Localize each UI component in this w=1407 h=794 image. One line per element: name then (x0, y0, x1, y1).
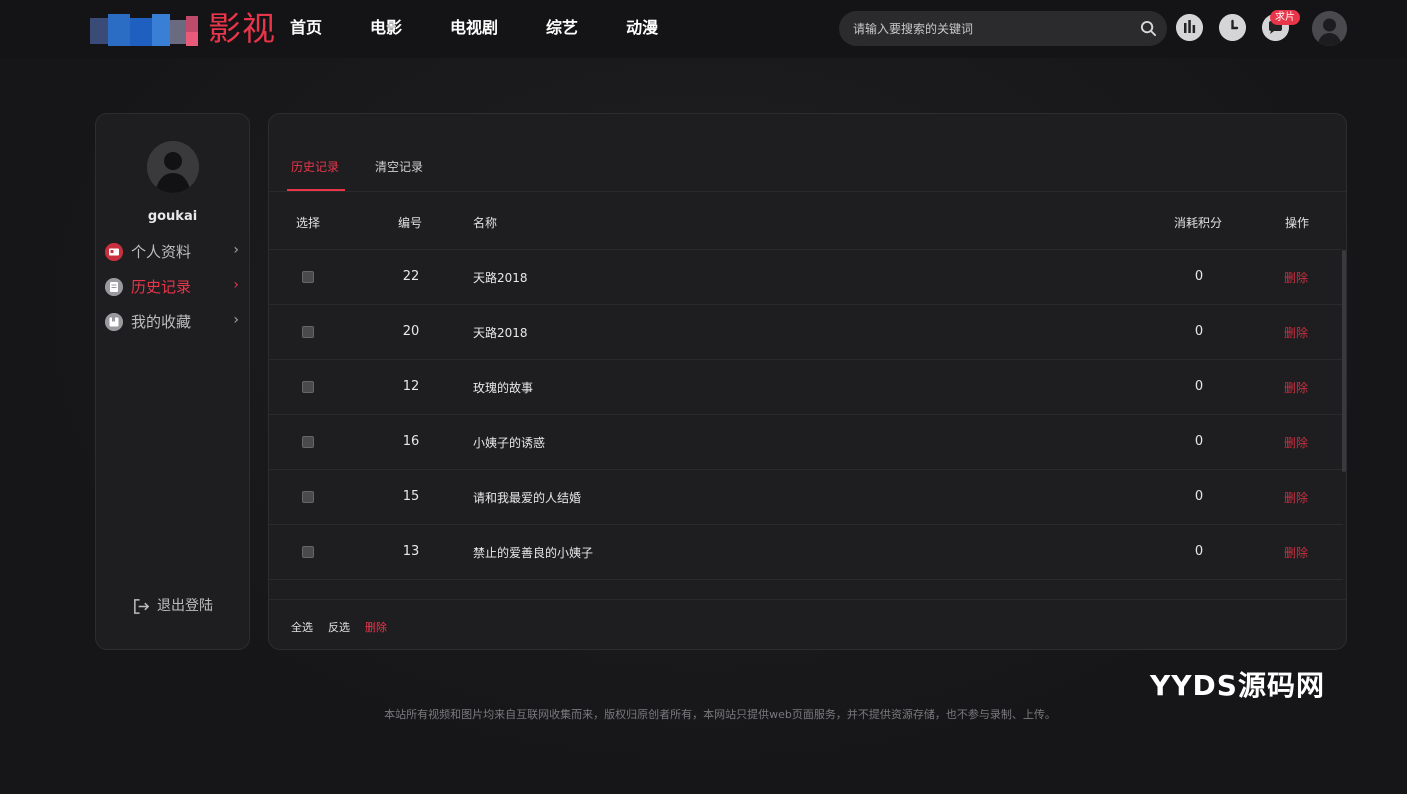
row-id: 22 (402, 269, 420, 284)
tab-history[interactable]: 历史记录 (291, 158, 339, 175)
history-doc-icon (105, 278, 123, 296)
search-icon[interactable] (1140, 20, 1157, 37)
logout-icon (134, 599, 150, 614)
row-checkbox[interactable] (302, 381, 314, 393)
column-name: 名称 (473, 216, 498, 230)
search-box (839, 11, 1167, 46)
site-logo[interactable]: 影视 (90, 8, 280, 50)
nav-variety[interactable]: 综艺 (546, 16, 578, 40)
row-delete-button[interactable]: 删除 (1284, 489, 1308, 506)
invert-selection-button[interactable]: 反选 (328, 619, 350, 635)
row-points: 0 (1194, 379, 1204, 394)
row-points: 0 (1194, 269, 1204, 284)
chevron-right-icon: › (233, 242, 239, 258)
sidebar-item-profile[interactable]: 个人资料 › (105, 240, 243, 264)
row-title[interactable]: 玫瑰的故事 (473, 379, 533, 396)
avatar-silhouette-icon (147, 141, 199, 193)
chevron-right-icon: › (233, 312, 239, 328)
row-title[interactable]: 天路2018 (473, 269, 528, 286)
request-badge[interactable]: 求片 (1270, 10, 1300, 25)
table-row: 13 禁止的爱善良的小姨子 0 删除 (269, 525, 1343, 580)
row-id: 15 (402, 489, 420, 504)
table-row: 16 小姨子的诱惑 0 删除 (269, 415, 1343, 470)
nav-anime[interactable]: 动漫 (626, 16, 658, 40)
row-delete-button[interactable]: 删除 (1284, 379, 1308, 396)
user-sidebar: goukai 个人资料 › 历史记录 › 我的收藏 › 退出登陆 (95, 113, 250, 650)
main-nav: 首页 电影 电视剧 综艺 动漫 (290, 16, 706, 40)
chevron-right-icon: › (233, 277, 239, 293)
sidebar-item-label: 个人资料 (131, 243, 192, 261)
row-id: 13 (402, 544, 420, 559)
row-delete-button[interactable]: 删除 (1284, 324, 1308, 341)
logo-text: 影视 (208, 9, 276, 48)
history-clock-icon[interactable] (1219, 14, 1246, 41)
sidebar-item-favorites[interactable]: 我的收藏 › (105, 310, 243, 334)
profile-card-icon (105, 243, 123, 261)
logout-button[interactable]: 退出登陆 (132, 596, 242, 618)
table-row: 15 请和我最爱的人结婚 0 删除 (269, 470, 1343, 525)
row-points: 0 (1194, 324, 1204, 339)
row-delete-button[interactable]: 删除 (1284, 269, 1308, 286)
row-checkbox[interactable] (302, 271, 314, 283)
row-checkbox[interactable] (302, 546, 314, 558)
row-id: 20 (402, 324, 420, 339)
row-checkbox[interactable] (302, 326, 314, 338)
select-all-button[interactable]: 全选 (291, 619, 313, 635)
sidebar-item-label: 历史记录 (131, 278, 192, 296)
ranking-icon[interactable] (1176, 14, 1203, 41)
logo-pixelated-mark (90, 12, 208, 50)
row-title[interactable]: 请和我最爱的人结婚 (473, 489, 581, 506)
nav-tv[interactable]: 电视剧 (450, 16, 498, 40)
column-id: 编号 (398, 216, 423, 230)
row-title[interactable]: 禁止的爱善良的小姨子 (473, 544, 593, 561)
row-points: 0 (1194, 489, 1204, 504)
divider (269, 599, 1346, 600)
user-avatar[interactable] (1312, 11, 1347, 46)
row-delete-button[interactable]: 删除 (1284, 434, 1308, 451)
nav-home[interactable]: 首页 (290, 16, 322, 40)
avatar-silhouette-icon (1312, 11, 1347, 46)
logout-label: 退出登陆 (157, 598, 213, 614)
watermark-text: YYDS源码网 (1150, 669, 1325, 702)
column-select: 选择 (296, 216, 321, 230)
sidebar-avatar[interactable] (147, 141, 199, 193)
column-action: 操作 (1285, 216, 1310, 230)
row-checkbox[interactable] (302, 491, 314, 503)
row-points: 0 (1194, 434, 1204, 449)
copyright-notice: 本站所有视频和图片均来自互联网收集而来，版权归原创者所有，本网站只提供web页面… (384, 708, 1056, 721)
row-id: 16 (402, 434, 420, 449)
nav-movies[interactable]: 电影 (370, 16, 402, 40)
row-title[interactable]: 小姨子的诱惑 (473, 434, 545, 451)
sidebar-item-history[interactable]: 历史记录 › (105, 275, 243, 299)
table-header: 选择 编号 名称 消耗积分 操作 (269, 192, 1346, 250)
top-header: 影视 首页 电影 电视剧 综艺 动漫 求片 (0, 0, 1407, 58)
row-delete-button[interactable]: 删除 (1284, 544, 1308, 561)
table-row: 12 玫瑰的故事 0 删除 (269, 360, 1343, 415)
row-checkbox[interactable] (302, 436, 314, 448)
table-row: 22 天路2018 0 删除 (269, 250, 1343, 305)
favorites-book-icon (105, 313, 123, 331)
sidebar-username: goukai (147, 209, 198, 224)
column-points: 消耗积分 (1174, 216, 1223, 230)
table-row: 20 天路2018 0 删除 (269, 305, 1343, 360)
row-title[interactable]: 天路2018 (473, 324, 528, 341)
search-input[interactable] (853, 19, 1133, 39)
row-id: 12 (402, 379, 420, 394)
row-points: 0 (1194, 544, 1204, 559)
history-panel: 历史记录 清空记录 选择 编号 名称 消耗积分 操作 22 天路2018 0 删… (268, 113, 1347, 650)
sidebar-item-label: 我的收藏 (131, 313, 192, 331)
table-scrollbar[interactable] (1342, 250, 1346, 472)
tab-clear-history[interactable]: 清空记录 (375, 158, 423, 175)
bulk-delete-button[interactable]: 删除 (365, 619, 387, 635)
